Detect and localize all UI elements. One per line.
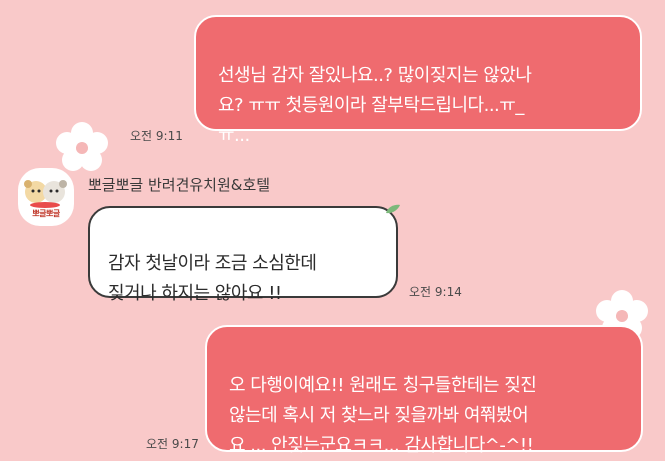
flower-icon xyxy=(56,122,108,171)
message-text: 오 다행이예요!! 원래도 칭구들한테는 짖진 않는데 혹시 저 찾느라 짖을까… xyxy=(229,375,537,456)
message-text: 감자 첫날이라 조금 소심한데 짖거나 하지는 않아요 !! xyxy=(108,253,317,304)
message-text: 선생님 감자 잘있나요..? 많이짖지는 않았나 요? ㅠㅠ 첫등원이라 잘부탁… xyxy=(218,65,532,146)
leaf-icon xyxy=(386,204,400,214)
avatar-label: 뽀글뽀글 xyxy=(32,209,60,218)
message-timestamp: 오전 9:14 xyxy=(409,285,462,299)
message-timestamp: 오전 9:11 xyxy=(130,129,183,143)
message-timestamp: 오전 9:17 xyxy=(146,437,199,451)
puppy-logo-icon xyxy=(24,180,67,208)
outgoing-message-bubble[interactable]: 오 다행이예요!! 원래도 칭구들한테는 짖진 않는데 혹시 저 찾느라 짖을까… xyxy=(205,325,643,456)
sender-name[interactable]: 뽀글뽀글 반려견유치원&호텔 xyxy=(88,174,270,195)
outgoing-message-bubble[interactable]: 선생님 감자 잘있나요..? 많이짖지는 않았나 요? ㅠㅠ 첫등원이라 잘부탁… xyxy=(194,15,642,146)
incoming-message-bubble[interactable]: 감자 첫날이라 조금 소심한데 짖거나 하지는 않아요 !! xyxy=(88,206,398,304)
avatar[interactable]: 뽀글뽀글 xyxy=(18,168,74,226)
